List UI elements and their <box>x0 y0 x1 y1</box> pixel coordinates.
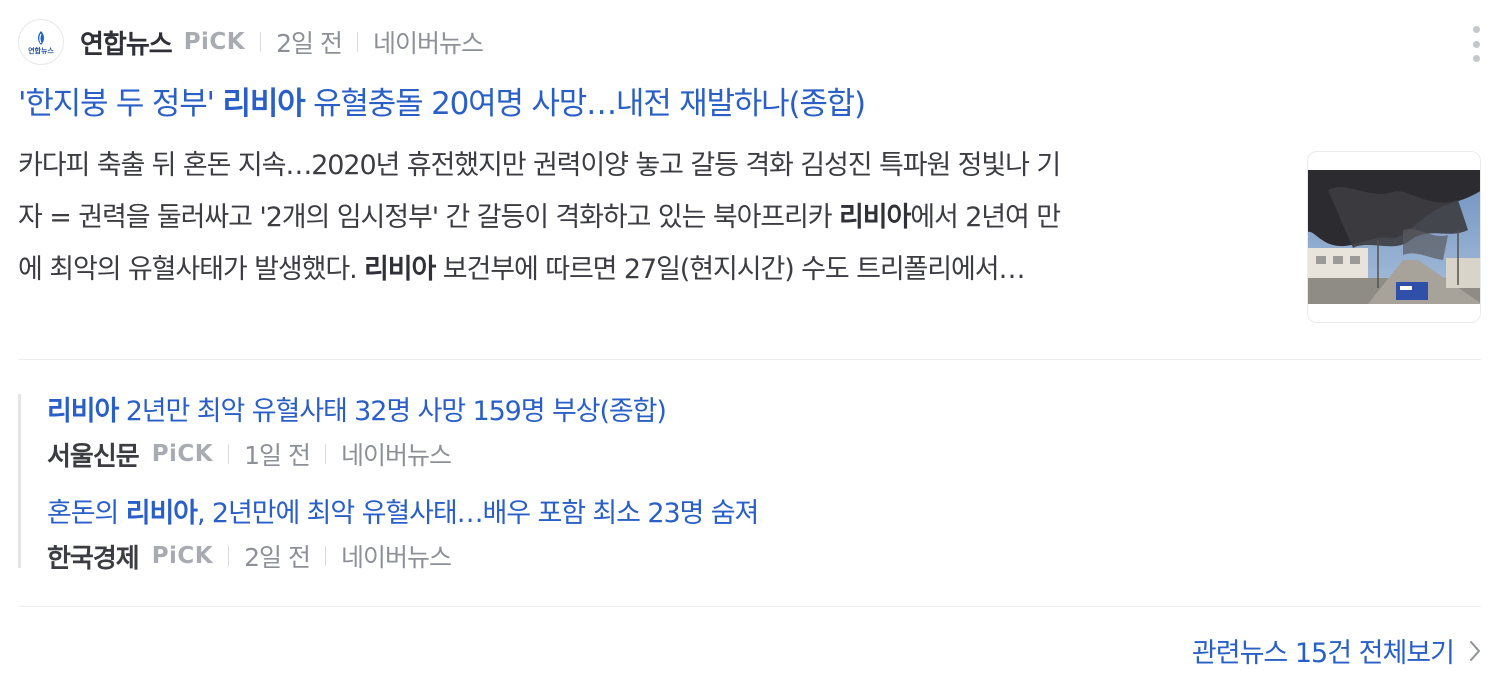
desc-line: 자 = 권력을 둘러싸고 '2개의 임시정부' 간 갈등이 격화하고 있는 북아… <box>18 192 1268 244</box>
title-text: 유혈충돌 20여명 사망…내전 재발하나(종합) <box>304 86 866 122</box>
desc-text: 에 최악의 유혈사태가 발생했다. <box>18 254 365 285</box>
related-news-list: 리비아 2년만 최악 유혈사태 32명 사망 159명 부상(종합) 서울신문 … <box>18 394 918 574</box>
more-options-button[interactable] <box>1464 22 1488 66</box>
time-label: 1일 전 <box>244 441 311 470</box>
desc-keyword: 리비아 <box>364 254 436 285</box>
related-press-name[interactable]: 서울신문 <box>47 436 140 473</box>
more-link-label: 관련뉴스 15건 전체보기 <box>1191 638 1455 669</box>
platform-link[interactable]: 네이버뉴스 <box>373 24 484 60</box>
divider <box>228 546 230 566</box>
pick-badge: PiCK <box>151 543 214 569</box>
related-keyword: 리비아 <box>125 498 198 529</box>
related-title-text: 2년만 최악 유혈사태 32명 사망 159명 부상(종합) <box>118 396 667 427</box>
related-news-title[interactable]: 혼돈의 리비아, 2년만에 최악 유혈사태…배우 포함 최소 23명 숨져 <box>47 496 759 532</box>
section-divider <box>18 359 1481 360</box>
time-label: 2일 전 <box>244 543 311 572</box>
desc-text: 보건부에 따르면 27일(현지시간) 수도 트리폴리에서… <box>435 254 1026 285</box>
related-meta: 서울신문 PiCK 1일 전 네이버뉴스 <box>47 436 666 473</box>
related-title-text: 혼돈의 <box>47 498 126 529</box>
more-options-dot <box>1472 40 1480 48</box>
related-keyword: 리비아 <box>47 396 119 427</box>
related-news-more-link[interactable]: 관련뉴스 15건 전체보기 <box>1192 631 1482 670</box>
desc-text: 에서 2년여 만 <box>910 202 1061 233</box>
desc-text: 자 = 권력을 둘러싸고 '2개의 임시정부' 간 갈등이 격화하고 있는 북아… <box>18 202 840 233</box>
desc-line: 카다피 축출 뒤 혼돈 지속…2020년 휴전했지만 권력이양 놓고 갈등 격화… <box>18 140 1268 192</box>
news-card: 연합뉴스 연합뉴스 PiCK 2일 전 네이버뉴스 '한지붕 두 정부' 리비아… <box>0 0 1508 684</box>
related-title-text: , 2년만에 최악 유혈사태…배우 포함 최소 23명 숨져 <box>196 498 759 529</box>
related-press-name[interactable]: 한국경제 <box>47 538 140 575</box>
divider <box>325 444 326 464</box>
press-logo-icon <box>38 30 44 45</box>
press-name[interactable]: 연합뉴스 <box>80 24 173 61</box>
desc-text: 카다피 축출 뒤 혼돈 지속…2020년 휴전했지만 권력이양 놓고 갈등 격화… <box>18 150 1061 181</box>
divider <box>325 546 326 566</box>
divider <box>357 32 358 52</box>
title-text: '한지붕 두 정부' <box>18 86 223 122</box>
related-news-item[interactable]: 혼돈의 리비아, 2년만에 최악 유혈사태…배우 포함 최소 23명 숨져 한국… <box>47 496 759 575</box>
title-keyword: 리비아 <box>222 86 306 122</box>
pick-badge: PiCK <box>183 29 246 55</box>
platform-link[interactable]: 네이버뉴스 <box>341 538 452 574</box>
more-options-dot <box>1472 55 1480 62</box>
time-label: 2일 전 <box>276 29 343 58</box>
desc-keyword: 리비아 <box>839 202 911 233</box>
section-divider <box>18 606 1481 607</box>
news-thumbnail[interactable] <box>1307 151 1481 323</box>
platform-link[interactable]: 네이버뉴스 <box>341 436 452 472</box>
divider <box>260 32 262 52</box>
news-title[interactable]: '한지붕 두 정부' 리비아 유혈충돌 20여명 사망…내전 재발하나(종합) <box>18 80 866 128</box>
press-logo-text: 연합뉴스 <box>28 46 54 55</box>
divider <box>228 444 230 464</box>
source-row: 연합뉴스 연합뉴스 PiCK 2일 전 네이버뉴스 <box>18 18 484 66</box>
chevron-right-icon <box>1470 640 1480 661</box>
related-news-title[interactable]: 리비아 2년만 최악 유혈사태 32명 사망 159명 부상(종합) <box>47 394 667 430</box>
related-meta: 한국경제 PiCK 2일 전 네이버뉴스 <box>47 538 758 575</box>
pick-badge: PiCK <box>151 441 214 467</box>
desc-line: 에 최악의 유혈사태가 발생했다. 리비아 보건부에 따르면 27일(현지시간)… <box>18 244 1268 296</box>
more-options-icon <box>1472 26 1480 33</box>
related-news-item[interactable]: 리비아 2년만 최악 유혈사태 32명 사망 159명 부상(종합) 서울신문 … <box>47 394 667 473</box>
smoke-over-street-photo-icon <box>1308 170 1480 304</box>
news-description[interactable]: 카다피 축출 뒤 혼돈 지속…2020년 휴전했지만 권력이양 놓고 갈등 격화… <box>18 140 1268 296</box>
press-logo[interactable]: 연합뉴스 <box>18 19 64 65</box>
